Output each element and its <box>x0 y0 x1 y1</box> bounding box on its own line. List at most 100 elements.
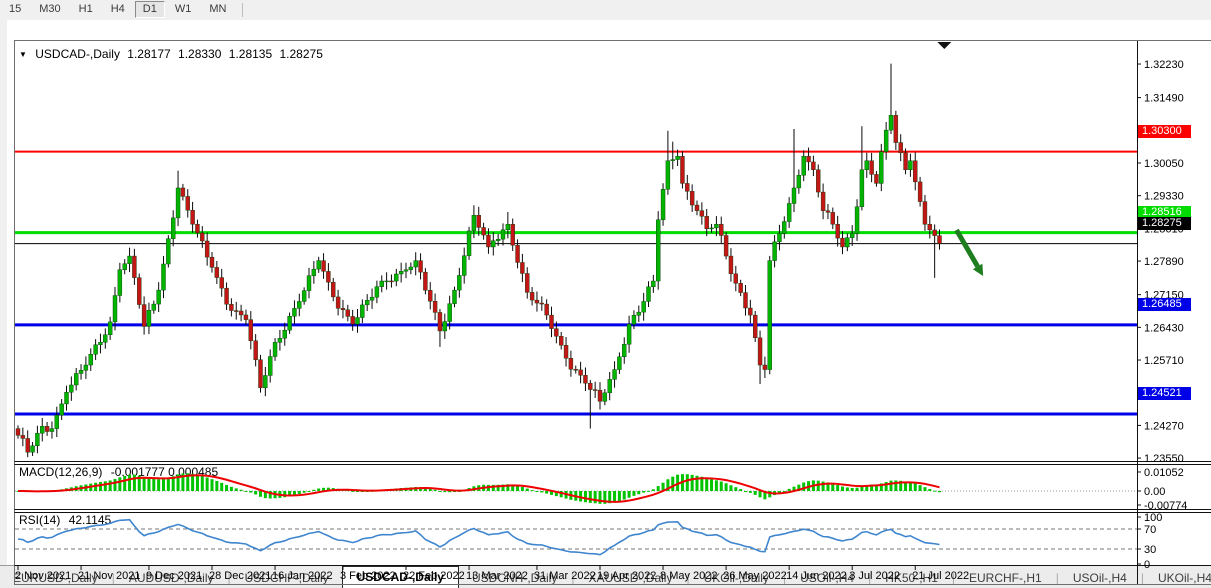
candle-body <box>515 245 520 263</box>
macd-histogram-bar <box>128 474 132 492</box>
candle-body <box>932 229 937 236</box>
macd-histogram-bar <box>802 482 806 492</box>
candle-body <box>879 151 884 184</box>
candle-body <box>64 392 69 405</box>
candle-body <box>389 280 394 283</box>
candle-body <box>786 203 792 222</box>
candle-body <box>486 234 491 248</box>
date-label: 3 Feb 2022 <box>340 570 396 582</box>
candle-body <box>229 304 234 311</box>
candle-body <box>719 224 724 236</box>
chart-window: ▼ USDCAD-,Daily 1.28177 1.28330 1.28135 … <box>7 20 1211 585</box>
candle-body <box>73 373 79 386</box>
macd-histogram-bar <box>525 488 529 492</box>
candle-body <box>602 392 608 402</box>
date-label: 13 Mar 2022 <box>466 570 528 582</box>
candle-body <box>30 445 35 453</box>
macd-histogram-bar <box>753 491 757 495</box>
macd-histogram-bar <box>132 474 136 492</box>
macd-histogram-bar <box>535 491 539 493</box>
candle-body <box>651 280 656 288</box>
price-tick-label: 1.29330 <box>1144 191 1184 203</box>
candle-body <box>161 263 166 291</box>
candle-body <box>869 160 874 175</box>
candle-body <box>93 344 98 355</box>
chart-frame <box>14 40 1211 585</box>
candle-body <box>525 273 530 293</box>
candle-body <box>520 262 525 274</box>
chart-canvas[interactable]: 1.322301.314901.307701.300501.293301.286… <box>7 20 1211 585</box>
price-badge-1.26485: 1.26485 <box>1138 297 1191 311</box>
macd-histogram-bar <box>583 491 587 503</box>
candle-body <box>791 187 797 204</box>
candle-body <box>340 308 346 310</box>
candle-body <box>132 255 137 278</box>
candle-body <box>738 283 743 293</box>
candle-body <box>588 382 593 390</box>
candle-body <box>277 338 283 343</box>
macd-histogram-bar <box>850 488 854 492</box>
timeframe-button-d1[interactable]: D1 <box>134 1 165 18</box>
macd-histogram-bar <box>297 491 301 494</box>
trend-arrow-shaft[interactable] <box>954 228 980 268</box>
candle-body <box>98 342 103 346</box>
date-label: 16 Jan 2022 <box>272 570 333 582</box>
date-label: 8 May 2022 <box>660 570 717 582</box>
macd-histogram-bar <box>933 490 937 492</box>
candle-body <box>510 224 515 246</box>
timeframe-button-15[interactable]: 15 <box>1 1 29 18</box>
macd-histogram-bar <box>545 491 549 494</box>
candle-body <box>54 414 59 429</box>
chart-shift-marker[interactable] <box>937 42 952 49</box>
candle-body <box>636 311 641 316</box>
macd-histogram-bar <box>259 491 262 497</box>
timeframe-button-mn[interactable]: MN <box>201 1 234 18</box>
candle-body <box>767 260 772 370</box>
candle-body <box>204 240 210 258</box>
macd-histogram-bar <box>841 486 844 492</box>
timeframe-toolbar: 15 M30 H1 H4 D1 W1 MN <box>0 0 1211 19</box>
candle-body <box>859 169 865 207</box>
macd-histogram-bar <box>433 489 437 492</box>
macd-histogram-bar <box>317 488 321 492</box>
candle-body <box>423 271 428 291</box>
candle-body <box>597 389 603 402</box>
macd-histogram-bar <box>928 489 932 492</box>
candle-body <box>539 302 544 305</box>
macd-histogram-bar <box>855 487 859 492</box>
candle-body <box>369 296 375 301</box>
price-tick-label: 1.31490 <box>1144 93 1184 105</box>
candle-body <box>757 337 763 366</box>
macd-tick-label: 0.00 <box>1144 486 1165 498</box>
macd-tick-label: 0.01052 <box>1144 467 1184 479</box>
candle-body <box>544 303 549 316</box>
candle-body <box>500 229 506 240</box>
timeframe-button-w1[interactable]: W1 <box>167 1 200 18</box>
candle-body <box>175 187 181 219</box>
candle-body <box>733 273 738 284</box>
macd-histogram-bar <box>540 491 544 493</box>
macd-histogram-bar <box>622 491 626 500</box>
candle-body <box>437 312 443 332</box>
candle-body <box>268 356 273 376</box>
candle-body <box>195 224 200 234</box>
candle-body <box>103 334 108 343</box>
candle-body <box>316 260 321 270</box>
candle-body <box>452 289 457 304</box>
price-badge-1.28275: 1.28275 <box>1138 216 1191 230</box>
macd-histogram-bar <box>162 478 165 492</box>
candle-body <box>626 323 632 345</box>
toolbar-separator <box>242 2 244 17</box>
candle-body <box>15 428 21 436</box>
symbol-dropdown-icon[interactable]: ▼ <box>19 50 27 59</box>
timeframe-button-h4[interactable]: H4 <box>103 1 133 18</box>
timeframe-button-h1[interactable]: H1 <box>71 1 101 18</box>
candle-body <box>660 189 666 220</box>
candle-body <box>835 224 840 239</box>
date-label: 19 Apr 2022 <box>597 570 656 582</box>
timeframe-button-m30[interactable]: M30 <box>31 1 68 18</box>
candle-body <box>689 191 695 206</box>
candle-body <box>457 275 462 291</box>
date-label: 21 Nov 2021 <box>78 570 140 582</box>
macd-histogram-bar <box>787 488 791 492</box>
